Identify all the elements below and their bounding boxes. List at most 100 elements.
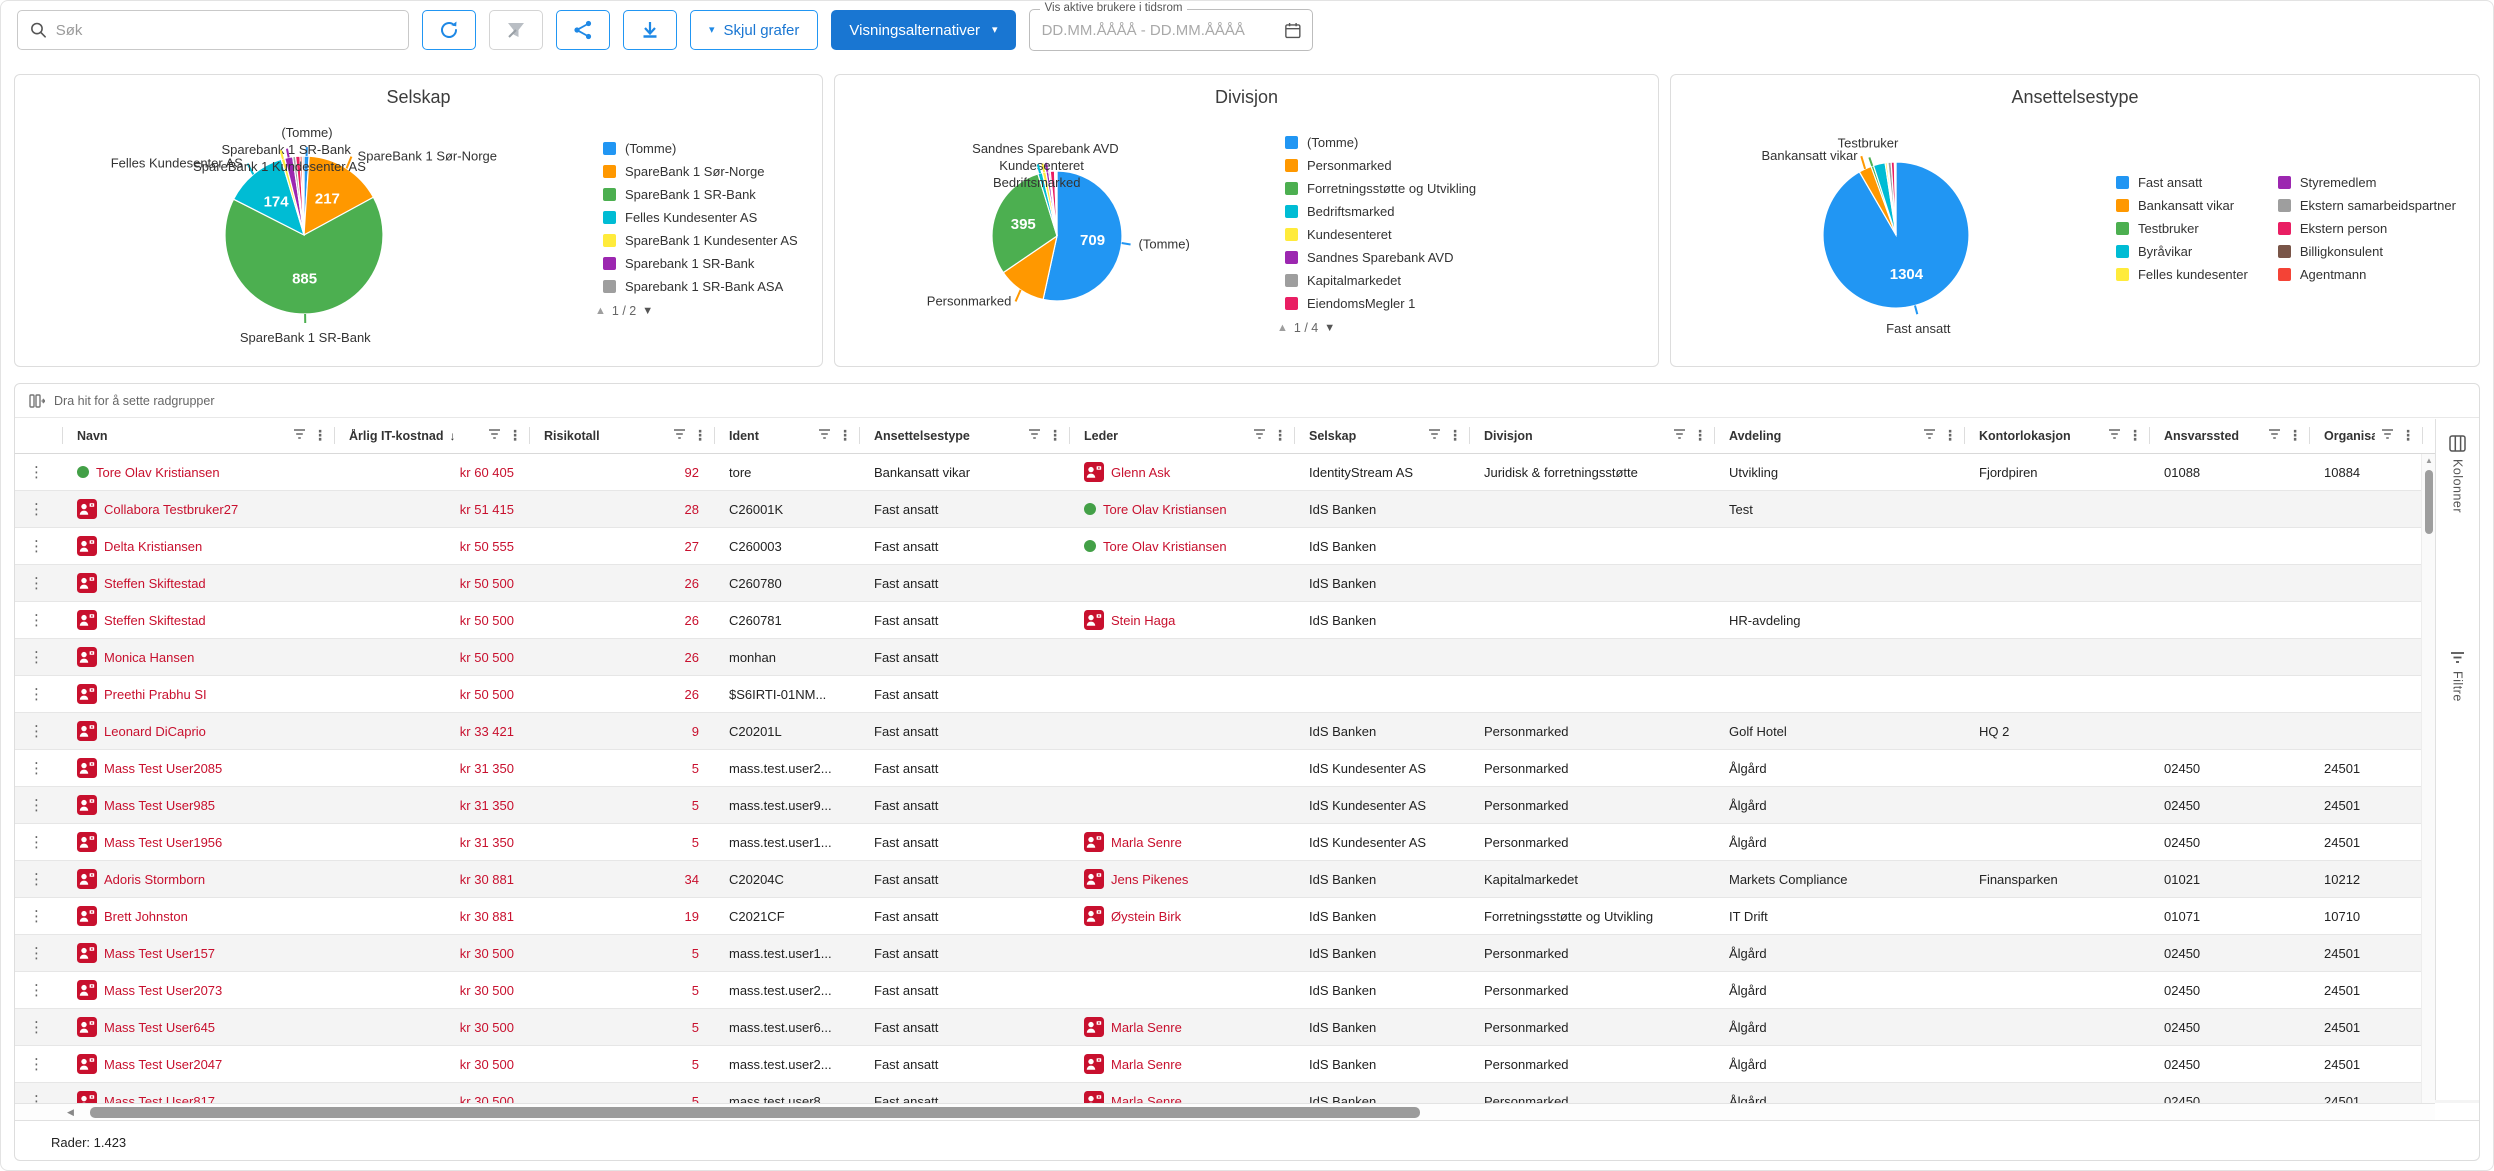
row-menu-kebab-icon[interactable]: ⋮	[29, 500, 44, 518]
row-menu-kebab-icon[interactable]: ⋮	[29, 1018, 44, 1036]
user-name-link[interactable]: Delta Kristiansen	[104, 539, 202, 554]
legend-item[interactable]: Styremedlem	[2278, 171, 2456, 194]
user-name-link[interactable]: Steffen Skiftestad	[104, 576, 206, 591]
table-row[interactable]: ⋮Collabora Testbruker27kr 51 41528C26001…	[15, 491, 2479, 528]
legend-item[interactable]: Kapitalmarkedet	[1285, 269, 1476, 292]
leader-name-link[interactable]: Øystein Birk	[1111, 909, 1181, 924]
user-name-link[interactable]: Mass Test User157	[104, 946, 215, 961]
legend-item[interactable]: Fast ansatt	[2116, 171, 2248, 194]
legend-item[interactable]: SpareBank 1 SR-Bank	[603, 183, 798, 206]
legend-item[interactable]: Sparebank 1 SR-Bank	[603, 252, 798, 275]
legend-item[interactable]: (Tomme)	[603, 137, 798, 160]
table-row[interactable]: ⋮Mass Test User1956kr 31 3505mass.test.u…	[15, 824, 2479, 861]
user-name-link[interactable]: Mass Test User2073	[104, 983, 222, 998]
legend-item[interactable]: EiendomsMegler 1	[1285, 292, 1476, 315]
column-filter-icon[interactable]	[488, 428, 501, 440]
table-row[interactable]: ⋮Mass Test User985kr 31 3505mass.test.us…	[15, 787, 2479, 824]
date-range-input[interactable]	[1042, 22, 1284, 39]
legend-item[interactable]: Ekstern person	[2278, 217, 2456, 240]
search-input[interactable]	[56, 22, 396, 39]
table-row[interactable]: ⋮Mass Test User2073kr 30 5005mass.test.u…	[15, 972, 2479, 1009]
vertical-scrollbar[interactable]: ▲	[2421, 454, 2435, 1103]
column-filter-icon[interactable]	[2108, 428, 2121, 440]
leader-name-link[interactable]: Stein Haga	[1111, 613, 1175, 628]
tab-kolonner[interactable]: Kolonner	[2449, 429, 2466, 519]
legend-item[interactable]: Personmarked	[1285, 154, 1476, 177]
table-row[interactable]: ⋮Tore Olav Kristiansenkr 60 40592toreBan…	[15, 454, 2479, 491]
column-filter-icon[interactable]	[2268, 428, 2281, 440]
tab-filtre[interactable]: Filtre	[2450, 645, 2465, 708]
user-name-link[interactable]: Leonard DiCaprio	[104, 724, 206, 739]
table-row[interactable]: ⋮Monica Hansenkr 50 50026monhanFast ansa…	[15, 639, 2479, 676]
column-menu-kebab-icon[interactable]: ⋮	[838, 427, 852, 444]
user-name-link[interactable]: Adoris Stormborn	[104, 872, 205, 887]
user-name-link[interactable]: Preethi Prabhu SI	[104, 687, 207, 702]
refresh-button[interactable]	[422, 10, 476, 50]
table-row[interactable]: ⋮Mass Test User2085kr 31 3505mass.test.u…	[15, 750, 2479, 787]
vertical-scroll-thumb[interactable]	[2425, 470, 2433, 534]
scroll-left-icon[interactable]: ◀	[67, 1107, 74, 1118]
pie-slice[interactable]	[1895, 162, 1896, 235]
row-menu-kebab-icon[interactable]: ⋮	[29, 759, 44, 777]
column-menu-kebab-icon[interactable]: ⋮	[2401, 427, 2415, 444]
column-header-navn[interactable]: Navn⋮	[63, 418, 335, 453]
user-name-link[interactable]: Steffen Skiftestad	[104, 613, 206, 628]
row-menu-kebab-icon[interactable]: ⋮	[29, 574, 44, 592]
column-menu-kebab-icon[interactable]: ⋮	[1693, 427, 1707, 444]
legend-item[interactable]: Bedriftsmarked	[1285, 200, 1476, 223]
column-filter-icon[interactable]	[1028, 428, 1041, 440]
legend-page-down-icon[interactable]: ▼	[642, 305, 653, 317]
row-menu-kebab-icon[interactable]: ⋮	[29, 611, 44, 629]
user-name-link[interactable]: Mass Test User817	[104, 1094, 215, 1104]
legend-item[interactable]: (Tomme)	[1285, 131, 1476, 154]
legend-item[interactable]: Testbruker	[2116, 217, 2248, 240]
user-name-link[interactable]: Mass Test User985	[104, 798, 215, 813]
legend-item[interactable]: Agentmann	[2278, 263, 2456, 286]
legend-page-down-icon[interactable]: ▼	[1324, 322, 1335, 334]
column-header-årlig-it-kostnad[interactable]: Årlig IT-kostnad↓⋮	[335, 418, 530, 453]
row-menu-kebab-icon[interactable]: ⋮	[29, 1055, 44, 1073]
table-row[interactable]: ⋮Mass Test User2047kr 30 5005mass.test.u…	[15, 1046, 2479, 1083]
column-menu-kebab-icon[interactable]: ⋮	[313, 427, 327, 444]
table-row[interactable]: ⋮Preethi Prabhu SIkr 50 50026$S6IRTI-01N…	[15, 676, 2479, 713]
leader-name-link[interactable]: Jens Pikenes	[1111, 872, 1188, 887]
horizontal-scrollbar[interactable]: ◀	[15, 1103, 2435, 1120]
column-header-divisjon[interactable]: Divisjon⋮	[1470, 418, 1715, 453]
table-row[interactable]: ⋮Steffen Skiftestadkr 50 50026C260780Fas…	[15, 565, 2479, 602]
leader-name-link[interactable]: Marla Senre	[1111, 1094, 1182, 1104]
user-name-link[interactable]: Mass Test User2047	[104, 1057, 222, 1072]
legend-item[interactable]: Byråvikar	[2116, 240, 2248, 263]
date-range-field[interactable]: Vis aktive brukere i tidsrom	[1029, 9, 1313, 51]
view-options-button[interactable]: Visningsalternativer ▾	[831, 10, 1015, 50]
column-filter-icon[interactable]	[673, 428, 686, 440]
legend-item[interactable]: Bankansatt vikar	[2116, 194, 2248, 217]
legend-item[interactable]: Felles kundesenter	[2116, 263, 2248, 286]
table-row[interactable]: ⋮Leonard DiCapriokr 33 4219C20201LFast a…	[15, 713, 2479, 750]
row-menu-kebab-icon[interactable]: ⋮	[29, 870, 44, 888]
column-header-ident[interactable]: Ident⋮	[715, 418, 860, 453]
download-button[interactable]	[623, 10, 677, 50]
column-header-avdeling[interactable]: Avdeling⋮	[1715, 418, 1965, 453]
column-filter-icon[interactable]	[1673, 428, 1686, 440]
row-menu-kebab-icon[interactable]: ⋮	[29, 463, 44, 481]
column-menu-kebab-icon[interactable]: ⋮	[2128, 427, 2142, 444]
column-header-ansettelsestype[interactable]: Ansettelsestype⋮	[860, 418, 1070, 453]
column-filter-icon[interactable]	[1253, 428, 1266, 440]
row-menu-kebab-icon[interactable]: ⋮	[29, 1092, 44, 1103]
horizontal-scroll-thumb[interactable]	[90, 1107, 1420, 1118]
row-menu-kebab-icon[interactable]: ⋮	[29, 944, 44, 962]
row-menu-kebab-icon[interactable]: ⋮	[29, 833, 44, 851]
table-row[interactable]: ⋮Delta Kristiansenkr 50 55527C260003Fast…	[15, 528, 2479, 565]
legend-item[interactable]: Sparebank 1 SR-Bank ASA	[603, 275, 798, 298]
user-name-link[interactable]: Mass Test User645	[104, 1020, 215, 1035]
table-row[interactable]: ⋮Mass Test User817kr 30 5005mass.test.us…	[15, 1083, 2479, 1103]
row-menu-kebab-icon[interactable]: ⋮	[29, 648, 44, 666]
legend-item[interactable]: SpareBank 1 Kundesenter AS	[603, 229, 798, 252]
scroll-up-icon[interactable]: ▲	[2425, 456, 2433, 465]
column-filter-icon[interactable]	[2381, 428, 2394, 440]
column-filter-icon[interactable]	[1428, 428, 1441, 440]
leader-name-link[interactable]: Marla Senre	[1111, 1057, 1182, 1072]
row-menu-kebab-icon[interactable]: ⋮	[29, 537, 44, 555]
leader-name-link[interactable]: Tore Olav Kristiansen	[1103, 502, 1227, 517]
legend-item[interactable]: Forretningsstøtte og Utvikling	[1285, 177, 1476, 200]
